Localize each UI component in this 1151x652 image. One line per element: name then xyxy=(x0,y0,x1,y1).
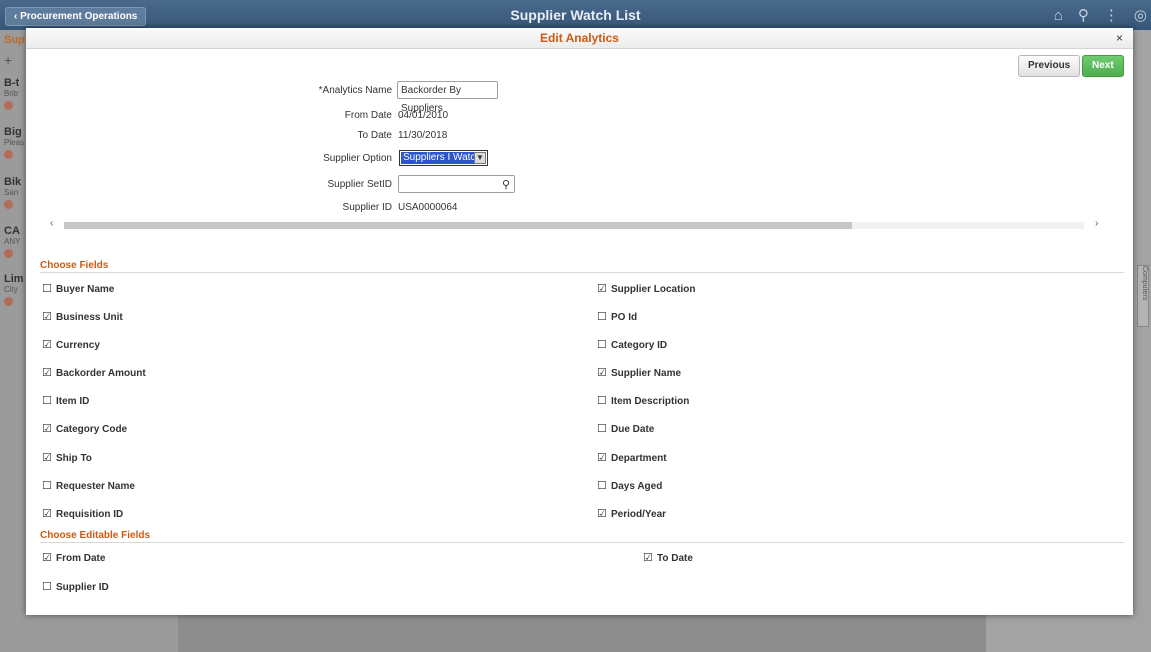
checkbox-ship-to[interactable]: ☑ Ship To xyxy=(42,451,92,464)
checkbox-unchecked-icon[interactable]: ☐ xyxy=(597,394,607,407)
analytics-name-input[interactable]: Backorder By Suppliers xyxy=(397,81,498,114)
checkbox-days-aged[interactable]: ☐ Days Aged xyxy=(597,479,662,492)
warning-icon xyxy=(4,101,13,110)
checkbox-currency[interactable]: ☑ Currency xyxy=(42,338,100,351)
checkbox-unchecked-icon[interactable]: ☐ xyxy=(42,580,52,593)
checkbox-department[interactable]: ☑ Department xyxy=(597,451,667,464)
checkbox-unchecked-icon[interactable]: ☐ xyxy=(42,479,52,492)
warning-icon xyxy=(4,200,13,209)
analytics-name-label: *Analytics Name xyxy=(318,85,392,96)
warning-icon xyxy=(4,297,13,306)
checkbox-requester-name[interactable]: ☐ Requester Name xyxy=(42,479,135,492)
checkbox-checked-icon[interactable]: ☑ xyxy=(597,507,607,520)
from-date-value: 04/01/2010 xyxy=(398,110,449,121)
top-banner: ‹ Procurement Operations Supplier Watch … xyxy=(0,0,1151,30)
checkbox-editable-to-date[interactable]: ☑ To Date xyxy=(643,551,693,564)
checkbox-buyer-name[interactable]: ☐ Buyer Name xyxy=(42,282,114,295)
checkbox-due-date[interactable]: ☐ Due Date xyxy=(597,422,654,435)
checkbox-checked-icon[interactable]: ☑ xyxy=(597,366,607,379)
checkbox-checked-icon[interactable]: ☑ xyxy=(42,366,52,379)
horizontal-scrollbar[interactable]: ‹ › xyxy=(42,218,1112,231)
search-icon[interactable]: ⚲ xyxy=(502,176,510,194)
home-icon[interactable]: ⌂ xyxy=(1054,7,1063,24)
checkbox-checked-icon[interactable]: ☑ xyxy=(42,451,52,464)
scrollbar-thumb[interactable] xyxy=(64,222,852,229)
modal-header: Edit Analytics × xyxy=(26,28,1133,49)
page-title: Supplier Watch List xyxy=(510,7,641,23)
checkbox-item-id[interactable]: ☐ Item ID xyxy=(42,394,89,407)
scroll-right-icon[interactable]: › xyxy=(1095,218,1098,229)
supplier-option-select[interactable]: Suppliers I Watch ▼ xyxy=(399,150,488,166)
side-tab: Computers xyxy=(1137,265,1149,327)
search-icon[interactable]: ⚲ xyxy=(1078,6,1089,24)
next-button[interactable]: Next xyxy=(1082,55,1124,77)
edit-analytics-modal: Edit Analytics × Previous Next *Analytic… xyxy=(26,28,1133,615)
checkbox-period-year[interactable]: ☑ Period/Year xyxy=(597,507,666,520)
choose-editable-fields-heading: Choose Editable Fields xyxy=(40,530,1124,543)
to-date-label: To Date xyxy=(357,130,392,141)
checkbox-supplier-name[interactable]: ☑ Supplier Name xyxy=(597,366,681,379)
checkbox-po-id[interactable]: ☐ PO Id xyxy=(597,310,637,323)
supplier-setid-input[interactable]: ⚲ xyxy=(398,175,515,193)
checkbox-unchecked-icon[interactable]: ☐ xyxy=(597,422,607,435)
modal-title: Edit Analytics xyxy=(540,31,619,45)
checkbox-checked-icon[interactable]: ☑ xyxy=(597,451,607,464)
from-date-label: From Date xyxy=(344,110,392,121)
supplier-option-selected: Suppliers I Watch xyxy=(401,152,483,164)
checkbox-supplier-location[interactable]: ☑ Supplier Location xyxy=(597,282,695,295)
checkbox-editable-from-date[interactable]: ☑ From Date xyxy=(42,551,105,564)
kebab-menu-icon[interactable]: ⋮ xyxy=(1104,6,1119,24)
checkbox-checked-icon[interactable]: ☑ xyxy=(42,551,52,564)
checkbox-checked-icon[interactable]: ☑ xyxy=(643,551,653,564)
checkbox-category-code[interactable]: ☑ Category Code xyxy=(42,422,127,435)
supplier-setid-label: Supplier SetID xyxy=(327,179,392,190)
close-icon[interactable]: × xyxy=(1116,31,1123,45)
supplier-option-label: Supplier Option xyxy=(323,153,392,164)
checkbox-checked-icon[interactable]: ☑ xyxy=(42,507,52,520)
checkbox-item-description[interactable]: ☐ Item Description xyxy=(597,394,689,407)
checkbox-checked-icon[interactable]: ☑ xyxy=(42,422,52,435)
checkbox-checked-icon[interactable]: ☑ xyxy=(42,338,52,351)
checkbox-checked-icon[interactable]: ☑ xyxy=(42,310,52,323)
checkbox-unchecked-icon[interactable]: ☐ xyxy=(597,338,607,351)
banner-icons: ⌂ ⚲ ⋮ ◎ xyxy=(1039,6,1147,24)
scroll-left-icon[interactable]: ‹ xyxy=(50,218,53,229)
to-date-value: 11/30/2018 xyxy=(398,130,448,141)
checkbox-unchecked-icon[interactable]: ☐ xyxy=(597,310,607,323)
checkbox-requisition-id[interactable]: ☑ Requisition ID xyxy=(42,507,123,520)
choose-fields-heading: Choose Fields xyxy=(40,260,1124,273)
checkbox-editable-supplier-id[interactable]: ☐ Supplier ID xyxy=(42,580,109,593)
checkbox-category-id[interactable]: ☐ Category ID xyxy=(597,338,667,351)
compass-icon[interactable]: ◎ xyxy=(1134,6,1147,24)
checkbox-backorder-amount[interactable]: ☑ Backorder Amount xyxy=(42,366,146,379)
checkbox-unchecked-icon[interactable]: ☐ xyxy=(42,394,52,407)
supplier-id-value: USA0000064 xyxy=(398,202,458,213)
checkbox-unchecked-icon[interactable]: ☐ xyxy=(42,282,52,295)
previous-button[interactable]: Previous xyxy=(1018,55,1081,77)
checkbox-unchecked-icon[interactable]: ☐ xyxy=(597,479,607,492)
dropdown-arrow-icon: ▼ xyxy=(474,152,486,164)
warning-icon xyxy=(4,249,13,258)
warning-icon xyxy=(4,150,13,159)
checkbox-checked-icon[interactable]: ☑ xyxy=(597,282,607,295)
checkbox-business-unit[interactable]: ☑ Business Unit xyxy=(42,310,123,323)
supplier-id-label: Supplier ID xyxy=(342,202,392,213)
